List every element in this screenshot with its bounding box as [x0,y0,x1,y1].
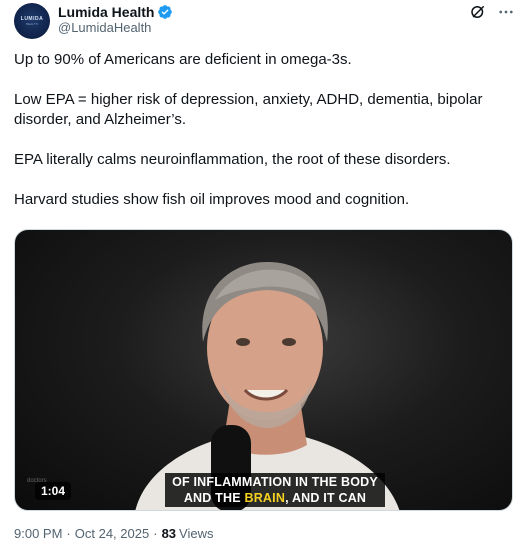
post-date[interactable]: Oct 24, 2025 [75,526,149,541]
more-icon[interactable] [496,2,516,22]
meta-separator: · [153,526,158,541]
top-actions [468,2,516,22]
author-display-name[interactable]: Lumida Health [58,4,154,20]
caption-line-2: AND THE BRAIN, AND IT CAN [169,490,381,506]
video-frame [135,262,400,510]
avatar-logo-sub: HEALTH [25,23,39,26]
video-caption: OF INFLAMMATION IN THE BODY AND THE BRAI… [165,473,385,507]
grok-icon[interactable] [468,2,488,22]
tweet-paragraph: Low EPA = higher risk of depression, anx… [14,91,483,128]
views-label: Views [179,526,214,541]
caption-line-2-pre: AND THE [183,491,245,505]
post-meta: 9:00 PM · Oct 24, 2025 · 83 Views [14,526,213,541]
tweet-paragraph: Up to 90% of Americans are deficient in … [14,51,352,68]
caption-highlight: BRAIN [244,491,286,505]
caption-line-2-post: , AND IT CAN [285,491,367,505]
avatar-logo-text: LUMIDA [20,16,44,22]
tweet-text: Up to 90% of Americans are deficient in … [14,50,514,210]
tweet-post: LUMIDA HEALTH Lumida Health @LumidaHealt… [0,0,530,548]
tweet-paragraph: Harvard studies show fish oil improves m… [14,191,410,208]
author-handle[interactable]: @LumidaHealth [58,20,151,35]
verified-badge-icon [158,4,173,19]
meta-separator: · [66,526,71,541]
caption-line-1: OF INFLAMMATION IN THE BODY [172,475,378,489]
tweet-paragraph: EPA literally calms neuroinflammation, t… [14,151,451,168]
post-time[interactable]: 9:00 PM [14,526,62,541]
author-name-row: Lumida Health [58,3,173,20]
views-count: 83 [161,526,177,541]
video-duration-badge: 1:04 [35,482,72,500]
avatar[interactable]: LUMIDA HEALTH [14,3,50,39]
video-player[interactable]: doctors 1:04 OF INFLAMMATION IN THE BODY… [14,229,513,511]
